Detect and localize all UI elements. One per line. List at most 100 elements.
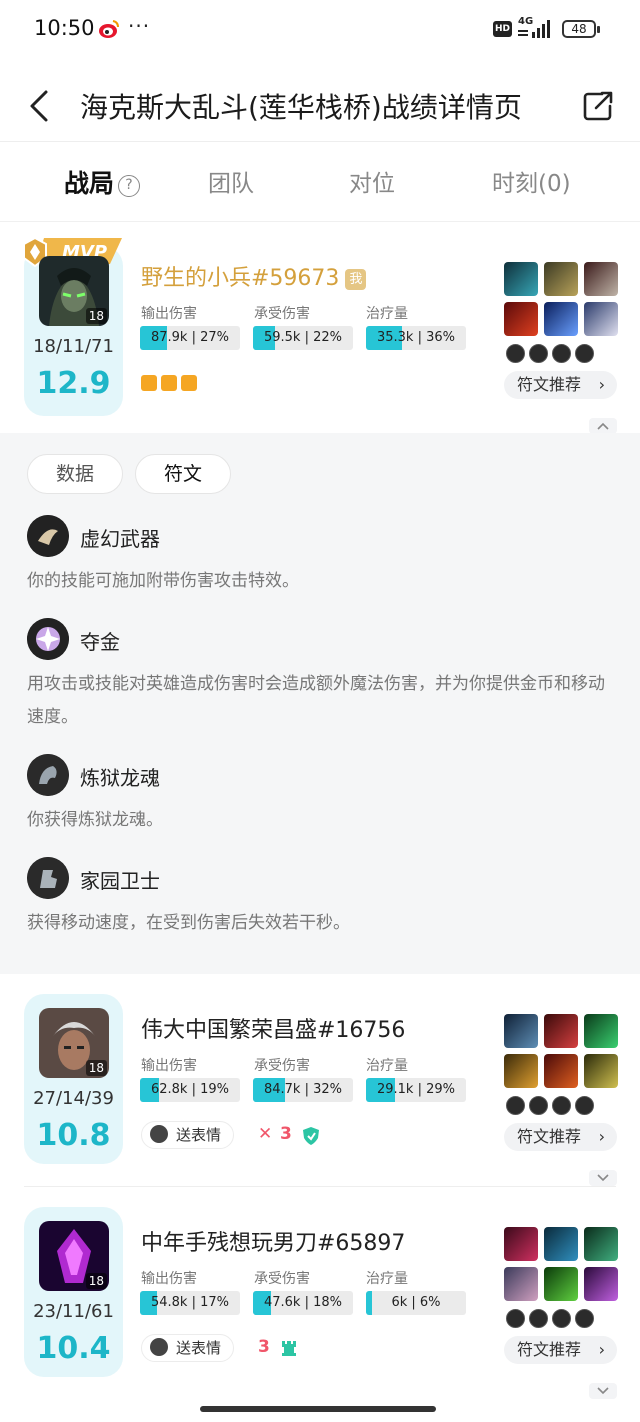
player-card[interactable]: 18 23/11/61 10.4 中年手残想玩男刀#65897 输出伤害 承受伤… (0, 1187, 640, 1399)
expand-toggle[interactable] (589, 1383, 617, 1399)
damage-value: 54.8k | 17% (150, 1295, 229, 1310)
damage-bar: 62.8k | 19% (140, 1078, 240, 1102)
damage-label: 输出伤害 (141, 1058, 197, 1074)
tab-team[interactable]: 团队 (208, 164, 254, 198)
champion-portrait[interactable]: 18 (39, 1221, 109, 1291)
emote-icon (150, 1338, 168, 1356)
champion-level: 18 (85, 1060, 107, 1076)
item-icon[interactable] (504, 302, 538, 336)
home-indicator[interactable] (200, 1406, 436, 1412)
homeguard-rune-icon (27, 857, 69, 899)
summoner-spell-icon[interactable] (529, 344, 548, 363)
player-name[interactable]: 伟大中国繁荣昌盛#16756 (141, 1012, 405, 1044)
item-icon[interactable] (504, 1054, 538, 1088)
multi-kill-mark: 3 (280, 1124, 292, 1144)
tab-lane[interactable]: 对位 (349, 164, 395, 198)
tab-data[interactable]: 数据 (27, 454, 123, 494)
taken-bar: 59.5k | 22% (253, 326, 353, 350)
phantom-weapon-rune-icon (27, 515, 69, 557)
item-icon[interactable] (584, 1267, 618, 1301)
item-icon[interactable] (584, 1054, 618, 1088)
champion-portrait[interactable]: 18 (39, 256, 109, 326)
taken-value: 59.5k | 22% (263, 330, 342, 345)
damage-label: 输出伤害 (141, 1271, 197, 1287)
item-icon[interactable] (584, 262, 618, 296)
item-icon[interactable] (504, 1227, 538, 1261)
item-icon[interactable] (504, 1014, 538, 1048)
tab-moments[interactable]: 时刻(0) (492, 164, 571, 198)
player-name[interactable]: 中年手残想玩男刀#65897 (141, 1225, 405, 1257)
taken-label: 承受伤害 (254, 306, 310, 322)
help-icon[interactable]: ? (118, 175, 141, 197)
item-icon[interactable] (584, 302, 618, 336)
rune-description: 获得移动速度，在受到伤害后失效若干秒。 (27, 913, 350, 933)
item-icon[interactable] (504, 262, 538, 296)
champion-level: 18 (85, 1273, 107, 1289)
item-icon[interactable] (504, 1267, 538, 1301)
summoner-spell-icon[interactable] (506, 344, 525, 363)
summoner-spell-icon[interactable] (529, 1309, 548, 1328)
item-icon[interactable] (544, 262, 578, 296)
signal-icon: 4G (518, 16, 550, 38)
summoner-spell-icon[interactable] (552, 1309, 571, 1328)
send-emote-button[interactable]: 送表情 (141, 1121, 235, 1149)
damage-value: 87.9k | 27% (150, 330, 229, 345)
item-icon[interactable] (544, 1014, 578, 1048)
taken-value: 84.7k | 32% (263, 1082, 342, 1097)
rune-recommend-button[interactable]: 符文推荐 › (504, 1336, 617, 1364)
champion-portrait[interactable]: 18 (39, 1008, 109, 1078)
tower-icon (282, 1341, 296, 1356)
score-value: 12.9 (36, 366, 111, 401)
rune-name: 炼狱龙魂 (80, 766, 160, 790)
rune-description: 你获得炼狱龙魂。 (27, 810, 163, 830)
page-title: 海克斯大乱斗(莲华栈桥)战绩详情页 (80, 91, 522, 124)
weibo-icon (99, 20, 119, 38)
share-icon[interactable] (578, 86, 618, 126)
back-icon[interactable] (22, 86, 62, 126)
item-icon[interactable] (544, 1227, 578, 1261)
player-card[interactable]: 18 27/14/39 10.8 伟大中国繁荣昌盛#16756 输出伤害 承受伤… (0, 974, 640, 1186)
send-emote-label: 送表情 (176, 1339, 222, 1357)
player-card[interactable]: MVP 18 18/11/71 12.9 野生的小兵#59673 我 输出伤害 承… (0, 222, 640, 434)
player-name[interactable]: 野生的小兵#59673 我 (141, 260, 367, 292)
summoner-spell-icon[interactable] (575, 1096, 594, 1115)
chevron-right-icon: › (598, 1127, 605, 1146)
item-icon[interactable] (584, 1227, 618, 1261)
item-icon[interactable] (544, 1267, 578, 1301)
rune-recommend-label: 符文推荐 (517, 375, 582, 394)
item-icon[interactable] (584, 1014, 618, 1048)
taken-bar: 84.7k | 32% (253, 1078, 353, 1102)
hd-icon: HD (493, 21, 512, 37)
send-emote-button[interactable]: 送表情 (141, 1334, 235, 1362)
expand-toggle[interactable] (589, 1170, 617, 1186)
chevron-right-icon: › (598, 375, 605, 394)
steal-gold-rune-icon (27, 618, 69, 660)
me-badge: 我 (345, 269, 367, 290)
summoner-spell-icon[interactable] (575, 344, 594, 363)
tab-runes[interactable]: 符文 (135, 454, 231, 494)
tab-bar: 战局? 团队 对位 时刻(0) (0, 142, 640, 222)
summoner-spell-icon[interactable] (552, 344, 571, 363)
item-icon[interactable] (544, 302, 578, 336)
collapse-toggle[interactable] (589, 418, 617, 434)
achievement-tags (141, 372, 201, 392)
status-time: 10:50 (34, 16, 95, 40)
taken-label: 承受伤害 (254, 1058, 310, 1074)
rune-recommend-button[interactable]: 符文推荐 › (504, 1123, 617, 1151)
crown-icon (181, 374, 197, 391)
rune-recommend-button[interactable]: 符文推荐 › (504, 371, 617, 399)
tab-battle[interactable]: 战局? (64, 164, 141, 200)
summoner-spell-icon[interactable] (506, 1309, 525, 1328)
kda-text: 18/11/71 (33, 336, 114, 357)
summoner-spell-icon[interactable] (529, 1096, 548, 1115)
rune-name: 夺金 (80, 630, 120, 654)
item-icon[interactable] (544, 1054, 578, 1088)
damage-label: 输出伤害 (141, 306, 197, 322)
rune-description: 用攻击或技能对英雄造成伤害时会造成额外魔法伤害，并为你提供金币和移动速度。 (27, 674, 605, 727)
taken-value: 47.6k | 18% (263, 1295, 342, 1310)
summoner-spell-icon[interactable] (552, 1096, 571, 1115)
champion-level: 18 (85, 308, 107, 324)
more-notifications-icon: ··· (128, 14, 151, 38)
summoner-spell-icon[interactable] (575, 1309, 594, 1328)
summoner-spell-icon[interactable] (506, 1096, 525, 1115)
